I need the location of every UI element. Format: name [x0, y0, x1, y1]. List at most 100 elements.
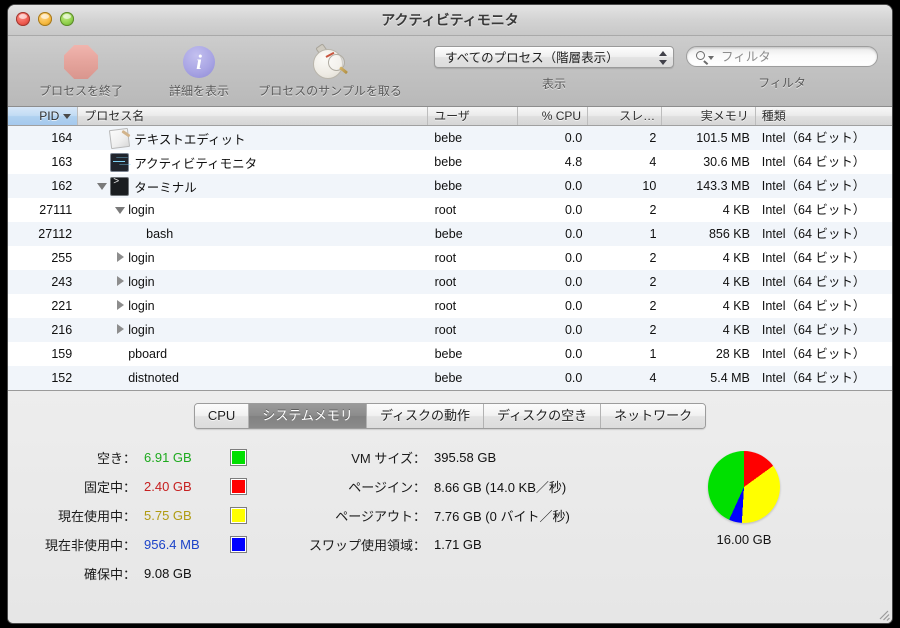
- memory-legend-list: 空き： 6.91 GB 固定中： 2.40 GB 現在使用中： 5.75 GB 現在非使用中…: [8, 443, 276, 588]
- memory-stats-area: 空き： 6.91 GB 固定中： 2.40 GB 現在使用中： 5.75 GB 現在非使用中…: [8, 443, 892, 588]
- tab-0[interactable]: CPU: [194, 404, 250, 428]
- sort-descending-icon: [63, 114, 72, 119]
- quit-process-button[interactable]: プロセスを終了: [22, 40, 140, 99]
- vm-stats-list: VM サイズ： 395.58 GB ページイン： 8.66 GB (14.0 KB／秒…: [276, 443, 596, 588]
- info-circle-icon: i: [140, 42, 258, 82]
- zoom-button[interactable]: [60, 12, 74, 26]
- resize-handle[interactable]: [877, 608, 891, 622]
- tab-1[interactable]: システムメモリ: [249, 404, 367, 428]
- cell-kind: Intel（64 ビット）: [761, 251, 866, 265]
- memory-stat-row: 固定中： 2.40 GB: [18, 472, 276, 501]
- column-header-pid[interactable]: PID: [8, 107, 79, 125]
- tab-3[interactable]: ディスクの空き: [484, 404, 602, 428]
- cell-pid: 159: [51, 347, 73, 361]
- memory-color-swatch: [230, 478, 247, 495]
- cell-kind: Intel（64 ビット）: [761, 347, 866, 361]
- sample-process-button[interactable]: プロセスのサンプルを取る: [258, 40, 402, 99]
- cell-memory: 856 KB: [708, 227, 750, 241]
- cell-process-name: login: [78, 294, 428, 318]
- cell-memory: 101.5 MB: [696, 131, 750, 145]
- column-header-kind[interactable]: 種類: [756, 107, 892, 125]
- cell-memory: 4 KB: [722, 203, 750, 217]
- table-row[interactable]: 243 login root 0.0 2 4 KB Intel（64 ビット）: [8, 270, 892, 294]
- cell-user: bebe: [434, 347, 463, 361]
- cell-kind: Intel（64 ビット）: [761, 275, 866, 289]
- process-view-popup[interactable]: すべてのプロセス（階層表示）: [434, 46, 674, 68]
- cell-kind: Intel（64 ビット）: [761, 227, 866, 241]
- cell-cpu: 0.0: [564, 275, 583, 289]
- table-row[interactable]: 159 pboard bebe 0.0 1 28 KB Intel（64 ビット）: [8, 342, 892, 366]
- vm-stat-value: 395.58 GB: [434, 450, 497, 465]
- memory-stat-label: 空き：: [96, 451, 136, 466]
- sample-process-label: プロセスのサンプルを取る: [258, 84, 402, 98]
- cell-memory: 143.3 MB: [696, 179, 750, 193]
- memory-stat-label: 固定中：: [83, 480, 136, 495]
- tab-2[interactable]: ディスクの動作: [366, 404, 485, 428]
- table-row[interactable]: 27111 login root 0.0 2 4 KB Intel（64 ビット）: [8, 198, 892, 222]
- cell-threads: 2: [649, 323, 657, 337]
- column-header-user[interactable]: ユーザ: [428, 107, 518, 125]
- memory-stat-row: 現在非使用中： 956.4 MB: [18, 530, 276, 559]
- cell-threads: 2: [649, 251, 657, 265]
- tab-4[interactable]: ネットワーク: [601, 404, 706, 428]
- column-header-memory[interactable]: 実メモリ: [662, 107, 756, 125]
- column-header-threads[interactable]: スレ…: [588, 107, 663, 125]
- column-header-pid-label: PID: [39, 109, 60, 123]
- memory-pie-chart: [708, 451, 780, 523]
- cell-process-name: login: [78, 198, 428, 222]
- cell-memory: 4 KB: [722, 251, 750, 265]
- close-button[interactable]: [16, 12, 30, 26]
- cell-memory: 4 KB: [722, 299, 750, 313]
- cell-pid: 216: [51, 323, 73, 337]
- process-name-label: login: [128, 203, 155, 217]
- inspect-process-button[interactable]: i 詳細を表示: [140, 40, 258, 99]
- table-row[interactable]: 162 ターミナル bebe 0.0 10 143.3 MB Intel（64 ビット）: [8, 174, 892, 198]
- memory-total-label: 16.00 GB: [716, 532, 772, 547]
- vm-stat-row: ページイン： 8.66 GB (14.0 KB／秒): [276, 472, 596, 501]
- disclosure-triangle-collapsed-icon[interactable]: [114, 323, 128, 337]
- filter-group: フィルタ: [686, 46, 878, 91]
- column-header-name[interactable]: プロセス名: [78, 107, 429, 125]
- cell-pid: 27111: [39, 203, 73, 217]
- cell-cpu: 0.0: [564, 203, 583, 217]
- stopwatch-magnifier-icon: [258, 42, 402, 82]
- process-name-label: login: [128, 323, 155, 337]
- filter-search-field[interactable]: [686, 46, 878, 68]
- memory-stat-row: 空き： 6.91 GB: [18, 443, 276, 472]
- textedit-icon: [109, 127, 131, 149]
- cell-cpu: 0.0: [564, 323, 583, 337]
- disclosure-triangle-collapsed-icon[interactable]: [114, 251, 128, 265]
- table-row[interactable]: 164 テキストエディット bebe 0.0 2 101.5 MB Intel（64 ビット…: [8, 126, 892, 150]
- cell-cpu: 0.0: [564, 131, 583, 145]
- memory-pie-area: 16.00 GB: [596, 443, 892, 588]
- stop-octagon-icon: [22, 42, 140, 82]
- process-name-label: login: [128, 251, 155, 265]
- quit-process-label: プロセスを終了: [38, 84, 123, 98]
- cell-cpu: 0.0: [565, 227, 583, 241]
- disclosure-triangle-expanded-icon[interactable]: [114, 203, 128, 217]
- cell-user: root: [434, 275, 457, 289]
- toolbar: プロセスを終了 i 詳細を表示 プロセスのサンプルを取る すべてのプロセス（階層…: [8, 36, 892, 107]
- disclosure-triangle-collapsed-icon[interactable]: [114, 275, 128, 289]
- minimize-button[interactable]: [38, 12, 52, 26]
- table-row[interactable]: 216 login root 0.0 2 4 KB Intel（64 ビット）: [8, 318, 892, 342]
- table-row[interactable]: 255 login root 0.0 2 4 KB Intel（64 ビット）: [8, 246, 892, 270]
- disclosure-triangle-expanded-icon[interactable]: [96, 179, 110, 193]
- cell-process-name: pboard: [78, 342, 428, 366]
- cell-kind: Intel（64 ビット）: [761, 299, 866, 313]
- table-row[interactable]: 27112 bash bebe 0.0 1 856 KB Intel（64 ビット）: [8, 222, 892, 246]
- cell-threads: 2: [649, 275, 657, 289]
- cell-user: bebe: [434, 179, 463, 193]
- table-row[interactable]: 221 login root 0.0 2 4 KB Intel（64 ビット）: [8, 294, 892, 318]
- table-row[interactable]: 152 distnoted bebe 0.0 4 5.4 MB Intel（64 ビット）: [8, 366, 892, 390]
- process-name-label: bash: [146, 227, 174, 241]
- disclosure-triangle-collapsed-icon[interactable]: [114, 299, 128, 313]
- cell-process-name: login: [78, 246, 428, 270]
- vm-stat-row: ページアウト： 7.76 GB (0 バイト／秒): [276, 501, 596, 530]
- filter-input[interactable]: [719, 47, 869, 68]
- table-row[interactable]: 163 アクティビティモニタ bebe 4.8 4 30.6 MB Intel（64 ビット…: [8, 150, 892, 174]
- column-header-cpu[interactable]: % CPU: [518, 107, 589, 125]
- view-filter-group: すべてのプロセス（階層表示） 表示: [434, 46, 674, 92]
